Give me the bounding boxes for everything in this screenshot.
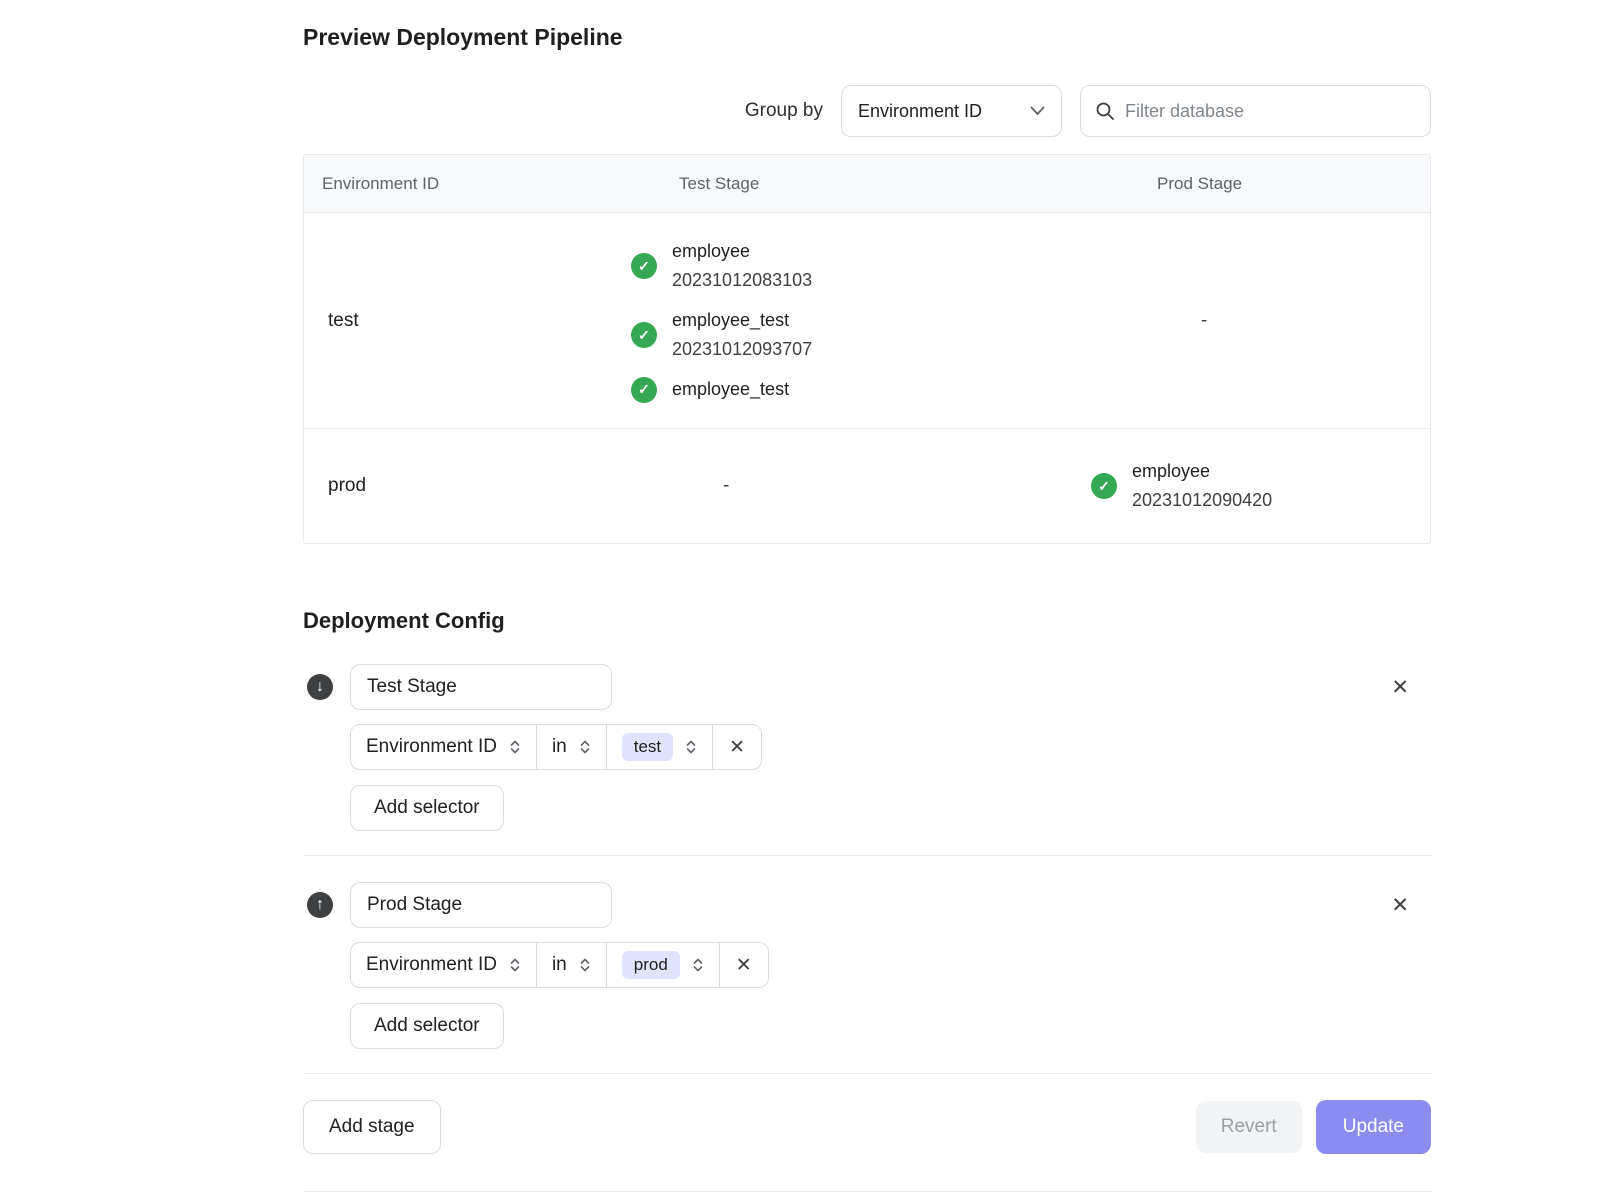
filter-database-input[interactable] xyxy=(1125,101,1416,122)
test-stage-cell: ✓ employee 20231012083103 ✓ employee_tes… xyxy=(631,213,1091,428)
toolbar: Group by Environment ID xyxy=(303,85,1431,137)
deployment-name: employee_test xyxy=(672,375,789,404)
selector-operator-select[interactable]: in xyxy=(537,943,607,987)
table-row: test ✓ employee 20231012083103 ✓ employe… xyxy=(304,212,1430,428)
main-content: Preview Deployment Pipeline Group by Env… xyxy=(303,0,1431,1192)
group-by-label: Group by xyxy=(745,100,823,122)
deployment-item: ✓ employee 20231012090420 xyxy=(1091,457,1430,515)
add-stage-button[interactable]: Add stage xyxy=(303,1100,441,1154)
selector-value-badge: prod xyxy=(622,951,680,979)
table-row: prod - ✓ employee 20231012090420 xyxy=(304,428,1430,543)
revert-button[interactable]: Revert xyxy=(1196,1101,1302,1153)
deployment-version: 20231012083103 xyxy=(672,266,812,295)
bottom-divider xyxy=(303,1191,1431,1192)
success-check-icon: ✓ xyxy=(1091,473,1117,499)
selector-row: Environment ID in test ✕ xyxy=(350,724,762,770)
selector-value-select[interactable]: test xyxy=(607,725,713,769)
remove-stage-button[interactable]: ✕ xyxy=(1391,677,1409,698)
stage-config-test: ↓ ✕ Environment ID in test xyxy=(303,664,1431,831)
add-selector-button[interactable]: Add selector xyxy=(350,1003,504,1049)
deployment-name: employee xyxy=(1132,457,1272,486)
group-by-value: Environment ID xyxy=(858,101,982,122)
remove-selector-button[interactable]: ✕ xyxy=(713,725,761,769)
right-actions: Revert Update xyxy=(1196,1100,1431,1154)
deployment-version: 20231012093707 xyxy=(672,335,812,364)
column-header-prod-stage: Prod Stage xyxy=(1091,174,1430,194)
pipeline-table: Environment ID Test Stage Prod Stage tes… xyxy=(303,154,1431,544)
success-check-icon: ✓ xyxy=(631,322,657,348)
selector-operator-value: in xyxy=(552,954,567,976)
divider xyxy=(303,1073,1431,1074)
remove-selector-button[interactable]: ✕ xyxy=(720,943,768,987)
success-check-icon: ✓ xyxy=(631,253,657,279)
deployment-name: employee_test xyxy=(672,306,812,335)
test-stage-empty: - xyxy=(631,429,1091,543)
chevron-down-icon xyxy=(1030,106,1045,116)
selector-value-select[interactable]: prod xyxy=(607,943,720,987)
divider xyxy=(303,855,1431,856)
selector-key-select[interactable]: Environment ID xyxy=(351,725,537,769)
deployment-config-title: Deployment Config xyxy=(303,608,1431,634)
stage-config-prod: ↑ ✕ Environment ID in prod xyxy=(303,882,1431,1049)
updown-chevron-icon xyxy=(579,738,591,756)
column-header-test-stage: Test Stage xyxy=(631,174,1091,194)
selector-key-value: Environment ID xyxy=(366,736,497,758)
stage-header: ↑ ✕ xyxy=(303,882,1431,928)
group-by-select[interactable]: Environment ID xyxy=(841,85,1062,137)
arrow-up-circle-icon: ↑ xyxy=(307,892,333,918)
updown-chevron-icon xyxy=(579,956,591,974)
selector-key-value: Environment ID xyxy=(366,954,497,976)
remove-stage-button[interactable]: ✕ xyxy=(1391,895,1409,916)
add-selector-button[interactable]: Add selector xyxy=(350,785,504,831)
page-title: Preview Deployment Pipeline xyxy=(303,24,1431,51)
environment-id-cell: prod xyxy=(304,429,631,543)
pipeline-table-header: Environment ID Test Stage Prod Stage xyxy=(304,155,1430,212)
deployment-version: 20231012090420 xyxy=(1132,486,1272,515)
updown-chevron-icon xyxy=(509,956,521,974)
stage-name-input[interactable] xyxy=(350,882,612,928)
deployment-item: ✓ employee 20231012083103 xyxy=(631,237,1091,295)
filter-database-search xyxy=(1080,85,1431,137)
selector-operator-select[interactable]: in xyxy=(537,725,607,769)
deployment-item: ✓ employee_test 20231012093707 xyxy=(631,306,1091,364)
selector-row: Environment ID in prod ✕ xyxy=(350,942,769,988)
arrow-down-circle-icon: ↓ xyxy=(307,674,333,700)
bottom-action-bar: Add stage Revert Update xyxy=(303,1100,1431,1154)
deployment-name: employee xyxy=(672,237,812,266)
prod-stage-cell: ✓ employee 20231012090420 xyxy=(1091,429,1430,543)
selector-value-badge: test xyxy=(622,733,673,761)
stage-name-input[interactable] xyxy=(350,664,612,710)
selector-operator-value: in xyxy=(552,736,567,758)
selector-key-select[interactable]: Environment ID xyxy=(351,943,537,987)
update-button[interactable]: Update xyxy=(1316,1100,1431,1154)
updown-chevron-icon xyxy=(685,738,697,756)
search-icon xyxy=(1095,101,1115,121)
prod-stage-empty: - xyxy=(1091,213,1430,428)
deployment-item: ✓ employee_test xyxy=(631,375,1091,404)
success-check-icon: ✓ xyxy=(631,377,657,403)
environment-id-cell: test xyxy=(304,213,631,428)
stage-header: ↓ ✕ xyxy=(303,664,1431,710)
updown-chevron-icon xyxy=(509,738,521,756)
column-header-environment-id: Environment ID xyxy=(304,174,631,194)
updown-chevron-icon xyxy=(692,956,704,974)
